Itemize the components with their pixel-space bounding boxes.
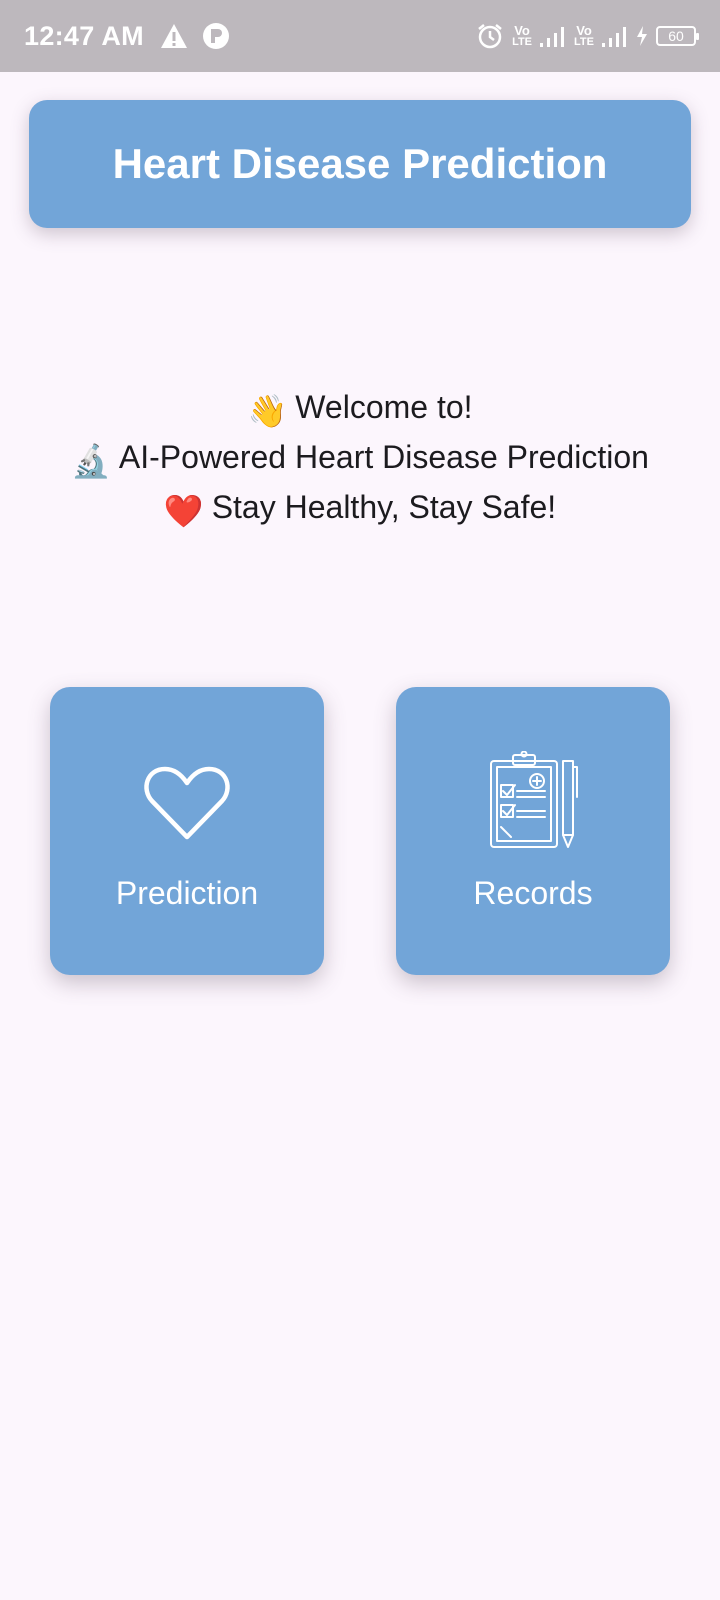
red-heart-icon: ❤️ [163, 493, 204, 529]
battery-indicator: 60 [656, 26, 699, 46]
records-button[interactable]: Records [396, 687, 670, 975]
prediction-button[interactable]: Prediction [50, 687, 324, 975]
status-time: 12:47 AM [24, 20, 144, 51]
status-left-icons [160, 22, 230, 50]
volte-indicator: Vo LTE [512, 23, 533, 48]
welcome-message: 👋 Welcome to! 🔬 AI-Powered Heart Disease P… [0, 384, 720, 534]
clipboard-checklist-icon [490, 751, 578, 848]
waving-hand-icon: 👋 [247, 393, 288, 429]
heart-outline-icon [144, 766, 230, 840]
welcome-line-2: 🔬 AI-Powered Heart Disease Prediction [0, 434, 720, 484]
status-right-icons: Vo LTE Vo LTE 60 [476, 22, 699, 50]
alarm-icon [478, 24, 502, 49]
welcome-line-1: 👋 Welcome to! [0, 384, 720, 434]
records-label: Records [473, 875, 593, 911]
signal-icon-2 [602, 27, 626, 47]
welcome-line-3: ❤️ Stay Healthy, Stay Safe! [0, 484, 720, 534]
header-card: Heart Disease Prediction [29, 100, 691, 228]
status-bar: 12:47 AM Vo LTE Vo LTE 60 [0, 0, 720, 72]
warning-icon [160, 24, 187, 48]
microscope-icon: 🔬 [71, 443, 111, 479]
prediction-label: Prediction [115, 875, 259, 911]
charging-icon [637, 26, 647, 46]
volte-indicator-2: Vo LTE [574, 23, 594, 48]
app-notification-icon [202, 23, 229, 49]
page-title: Heart Disease Prediction [112, 140, 608, 187]
signal-icon [540, 27, 565, 47]
